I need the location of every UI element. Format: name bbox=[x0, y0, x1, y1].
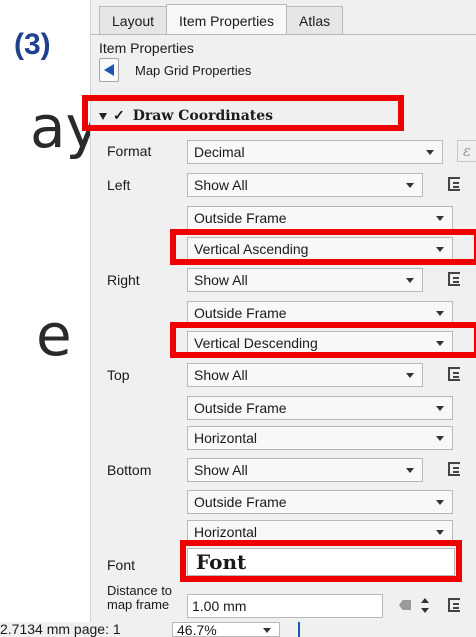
chevron-down-icon bbox=[436, 500, 444, 505]
top-position-value: Outside Frame bbox=[194, 400, 287, 416]
top-direction-value: Horizontal bbox=[194, 430, 258, 446]
bottom-position-select[interactable]: Outside Frame bbox=[187, 490, 453, 514]
chevron-down-icon bbox=[436, 530, 444, 535]
bottom-position-value: Outside Frame bbox=[194, 494, 287, 510]
left-position-value: Outside Frame bbox=[194, 210, 287, 226]
step-label: (3) bbox=[14, 28, 51, 61]
format-label: Format bbox=[107, 143, 152, 159]
zoom-value: 46.7% bbox=[177, 622, 217, 637]
bottom-display-value: Show All bbox=[194, 462, 248, 478]
clear-icon[interactable] bbox=[399, 600, 411, 610]
bottom-direction-value: Horizontal bbox=[194, 524, 258, 540]
rotation-knob[interactable] bbox=[298, 622, 304, 637]
chevron-down-icon bbox=[436, 341, 444, 346]
right-label: Right bbox=[107, 272, 140, 288]
collapse-triangle-icon[interactable] bbox=[99, 112, 107, 120]
tab-atlas[interactable]: Atlas bbox=[285, 6, 344, 34]
checkbox-checked-icon[interactable]: ✓ bbox=[113, 108, 125, 124]
spinbox-arrows-icon[interactable] bbox=[419, 596, 433, 616]
bottom-direction-select[interactable]: Horizontal bbox=[187, 520, 453, 544]
panel-subtitle: Map Grid Properties bbox=[135, 63, 252, 78]
chevron-down-icon bbox=[426, 150, 434, 155]
chevron-down-icon bbox=[406, 373, 414, 378]
tabs-divider bbox=[91, 34, 476, 35]
bottom-display-select[interactable]: Show All bbox=[187, 458, 423, 482]
chevron-down-icon bbox=[406, 278, 414, 283]
format-value: Decimal bbox=[194, 144, 245, 160]
cursor-coordinates: 2.7134 mm page: 1 bbox=[0, 621, 121, 637]
draw-coordinates-header[interactable]: ✓ Draw Coordinates bbox=[95, 105, 475, 127]
format-select[interactable]: Decimal bbox=[187, 140, 443, 164]
top-direction-select[interactable]: Horizontal bbox=[187, 426, 453, 450]
distance-label-line: Distance to bbox=[107, 583, 173, 598]
top-label: Top bbox=[107, 367, 130, 383]
data-defined-override-icon[interactable] bbox=[445, 595, 467, 617]
data-defined-override-icon[interactable] bbox=[445, 459, 467, 481]
back-button[interactable] bbox=[99, 58, 119, 82]
left-label: Left bbox=[107, 177, 131, 193]
right-display-select[interactable]: Show All bbox=[187, 268, 423, 292]
panel-tabs: Layout Item Properties Atlas bbox=[99, 4, 344, 36]
right-display-value: Show All bbox=[194, 272, 248, 288]
right-direction-value: Vertical Descending bbox=[194, 335, 318, 351]
chevron-down-icon bbox=[436, 436, 444, 441]
distance-input[interactable]: 1.00 mm bbox=[187, 594, 383, 618]
chevron-down-icon bbox=[436, 406, 444, 411]
item-properties-panel: Layout Item Properties Atlas Item Proper… bbox=[90, 0, 476, 637]
right-direction-select[interactable]: Vertical Descending bbox=[187, 331, 453, 355]
distance-label: Distance to map frame bbox=[107, 584, 172, 612]
distance-label-line: map frame bbox=[107, 597, 170, 612]
top-display-value: Show All bbox=[194, 367, 248, 383]
tab-layout[interactable]: Layout bbox=[99, 6, 168, 34]
section-label: Draw Coordinates bbox=[132, 108, 274, 124]
zoom-select[interactable]: 46.7% bbox=[172, 622, 280, 637]
tab-item-properties[interactable]: Item Properties bbox=[166, 4, 287, 34]
left-direction-select[interactable]: Vertical Ascending bbox=[187, 237, 453, 261]
expression-icon[interactable]: ε bbox=[457, 140, 476, 162]
panel-title: Item Properties bbox=[99, 40, 194, 56]
chevron-down-icon bbox=[436, 247, 444, 252]
chevron-down-icon bbox=[436, 311, 444, 316]
left-display-value: Show All bbox=[194, 177, 248, 193]
top-display-select[interactable]: Show All bbox=[187, 363, 423, 387]
left-position-select[interactable]: Outside Frame bbox=[187, 206, 453, 230]
status-bar: 2.7134 mm page: 1 46.7% bbox=[0, 622, 476, 637]
data-defined-override-icon[interactable] bbox=[445, 364, 467, 386]
left-display-select[interactable]: Show All bbox=[187, 173, 423, 197]
left-direction-value: Vertical Ascending bbox=[194, 241, 309, 257]
right-position-value: Outside Frame bbox=[194, 305, 287, 321]
chevron-down-icon bbox=[406, 468, 414, 473]
chevron-down-icon bbox=[436, 216, 444, 221]
font-label: Font bbox=[107, 557, 136, 573]
font-button[interactable]: Font bbox=[187, 548, 455, 576]
chevron-down-icon bbox=[406, 183, 414, 188]
data-defined-override-icon[interactable] bbox=[445, 174, 467, 196]
data-defined-override-icon[interactable] bbox=[445, 269, 467, 291]
slide-text-fragment: e bbox=[36, 301, 72, 369]
bottom-label: Bottom bbox=[107, 462, 152, 478]
chevron-down-icon bbox=[263, 628, 271, 633]
top-position-select[interactable]: Outside Frame bbox=[187, 396, 453, 420]
right-position-select[interactable]: Outside Frame bbox=[187, 301, 453, 325]
